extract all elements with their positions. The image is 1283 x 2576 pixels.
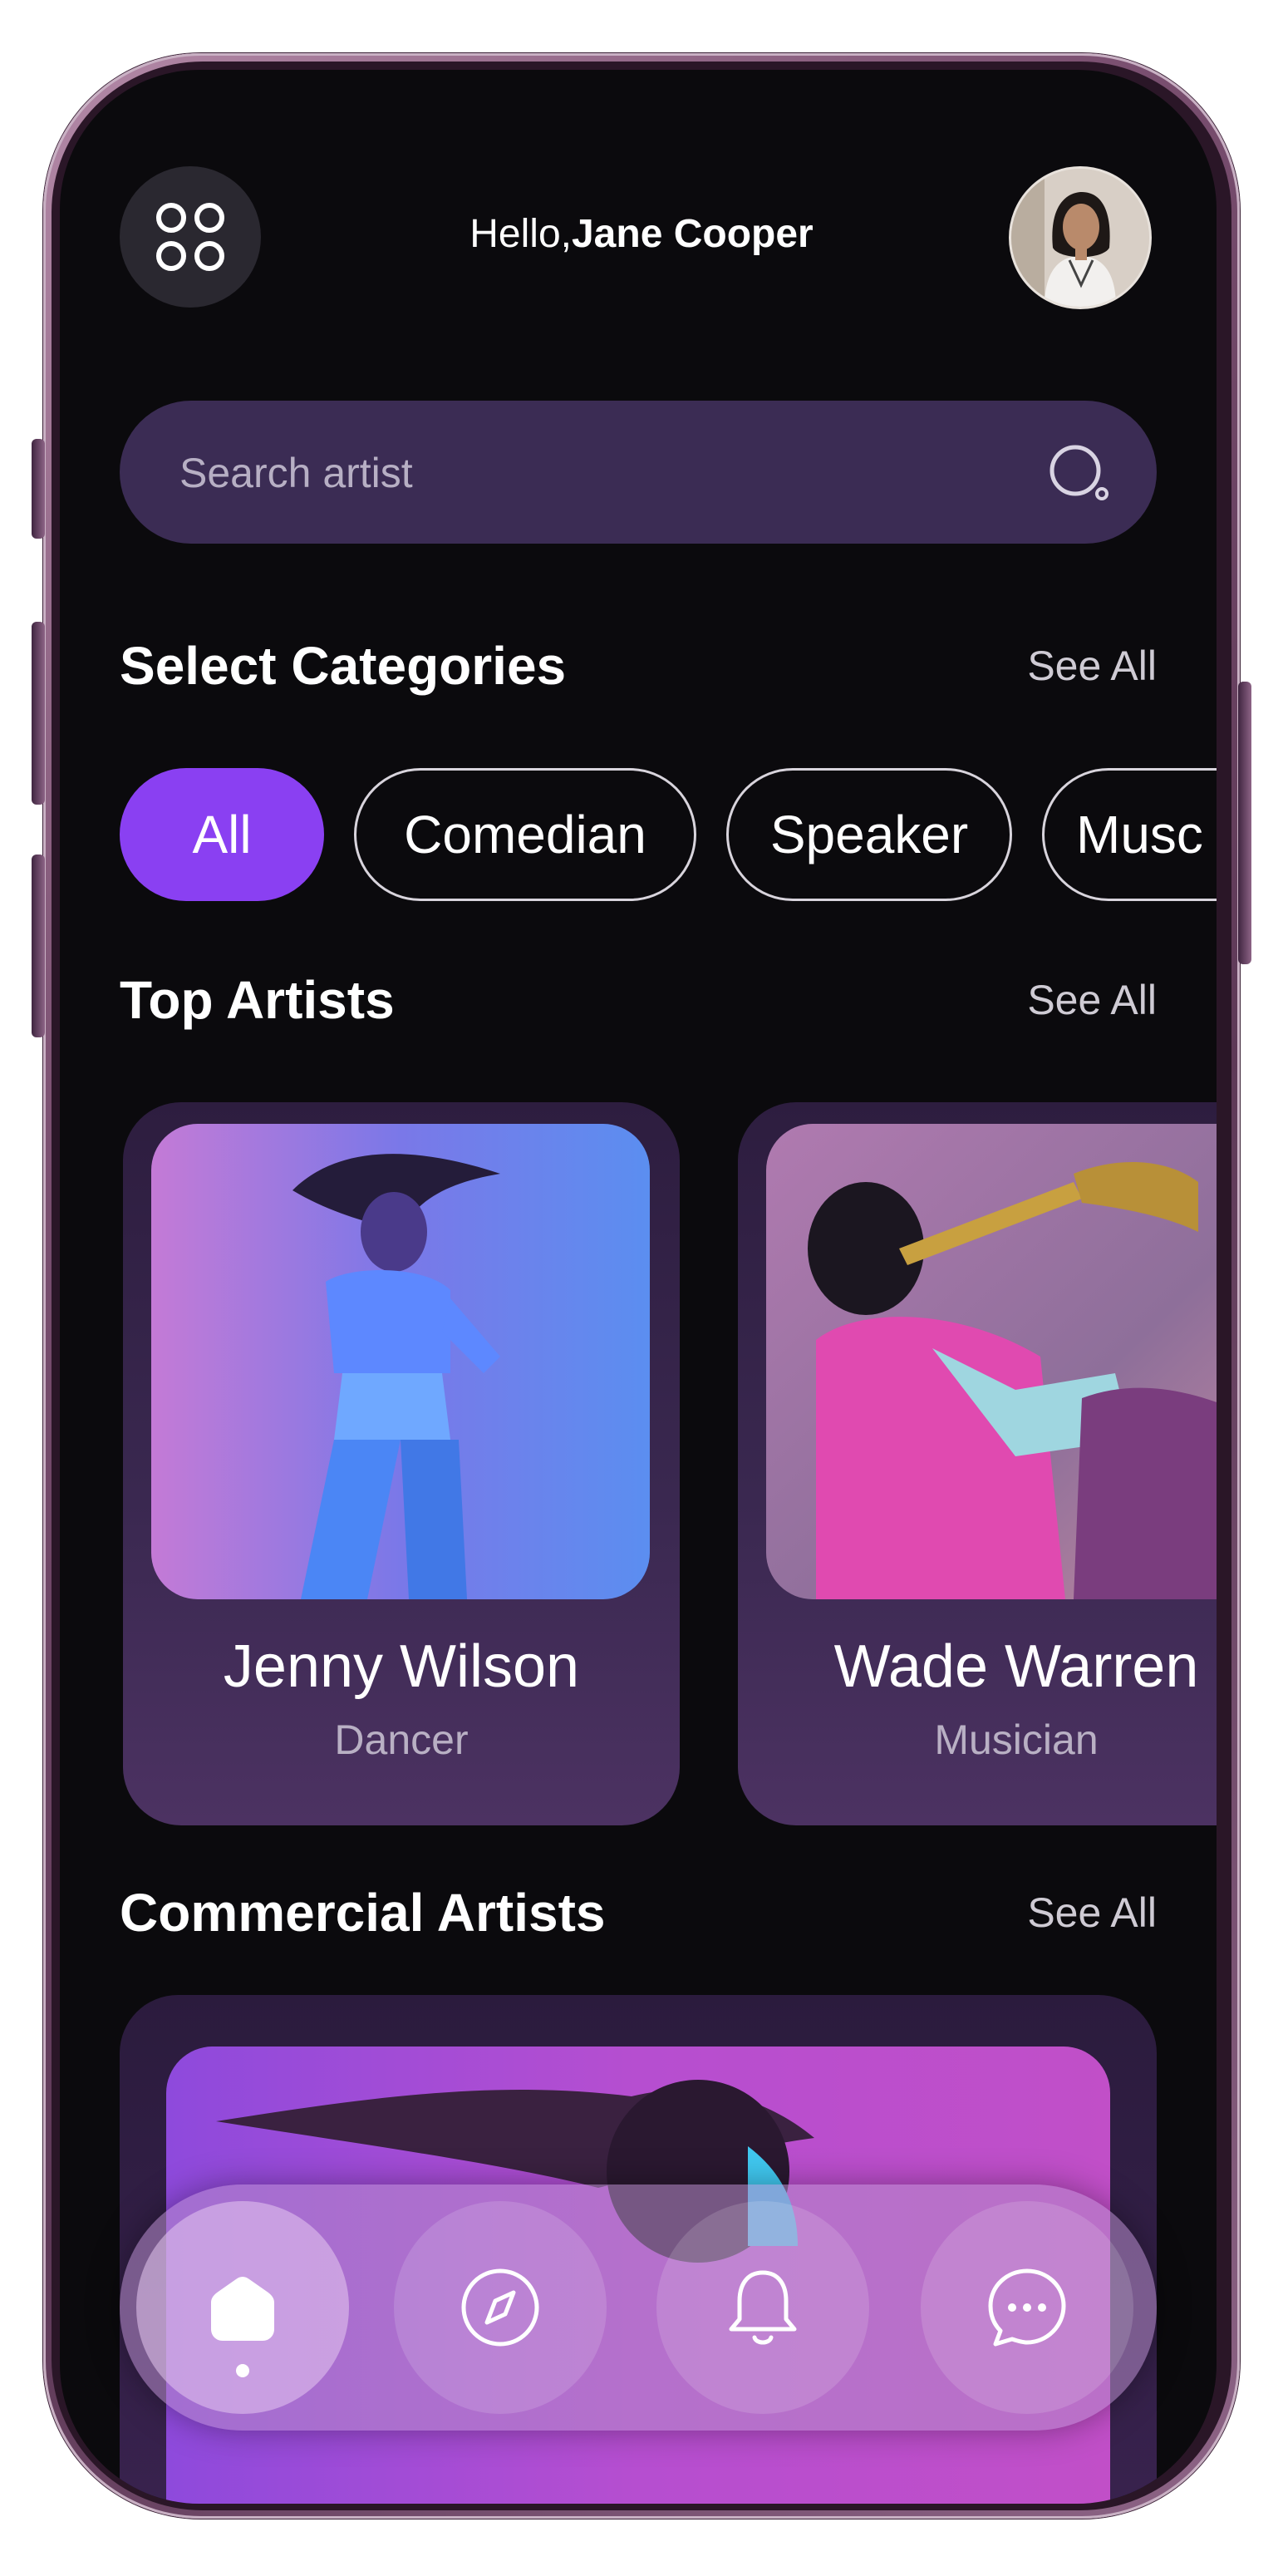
side-button-action [32,439,45,539]
chat-icon [988,2268,1066,2347]
nav-notifications-button[interactable] [656,2201,869,2414]
artist-role: Dancer [334,1717,469,1763]
user-name: Jane Cooper [571,212,814,256]
greeting-text: Hello,Jane Cooper [376,211,907,257]
chip-comedian[interactable]: Comedian [354,768,696,901]
categories-title: Select Categories [120,636,567,696]
active-indicator-dot [236,2364,249,2377]
chip-speaker[interactable]: Speaker [726,768,1012,901]
artist-role: Musician [934,1717,1099,1763]
side-button-power [1238,682,1251,964]
artist-name: Wade Warren [833,1633,1199,1700]
top-artists-see-all-link[interactable]: See All [966,976,1157,1024]
nav-messages-button[interactable] [921,2201,1133,2414]
chip-all[interactable]: All [120,768,324,901]
menu-button[interactable] [120,166,261,308]
bottom-nav-bar [120,2184,1157,2431]
artist-card[interactable]: Wade Warren Musician [738,1102,1217,1825]
artist-photo [151,1124,650,1599]
avatar[interactable] [1009,166,1152,309]
nav-explore-button[interactable] [394,2201,607,2414]
search-bar[interactable] [120,401,1157,545]
artist-photo [766,1124,1217,1599]
categories-see-all-link[interactable]: See All [966,642,1157,690]
commercial-artists-title: Commercial Artists [120,1883,606,1943]
top-artists-title: Top Artists [120,970,395,1030]
greeting-prefix: Hello, [469,212,572,256]
bell-icon [729,2270,797,2345]
avatar-photo [1011,169,1149,307]
side-button-volume-down [32,855,45,1037]
side-button-volume-up [32,622,45,805]
search-icon[interactable] [1047,441,1110,504]
compass-icon [461,2268,539,2347]
grid-menu-icon [156,203,224,271]
search-input[interactable] [178,401,1012,545]
artist-card[interactable]: Jenny Wilson Dancer [123,1102,680,1825]
home-icon [211,2277,274,2341]
app-screen: Hello,Jane Cooper Select Categories See … [60,70,1217,2504]
chip-music[interactable]: Musc [1042,768,1217,901]
nav-home-button[interactable] [136,2201,349,2414]
category-chips: All Comedian Speaker Musc [120,768,1217,906]
artist-name: Jenny Wilson [223,1633,580,1700]
commercial-artists-see-all-link[interactable]: See All [966,1889,1157,1937]
